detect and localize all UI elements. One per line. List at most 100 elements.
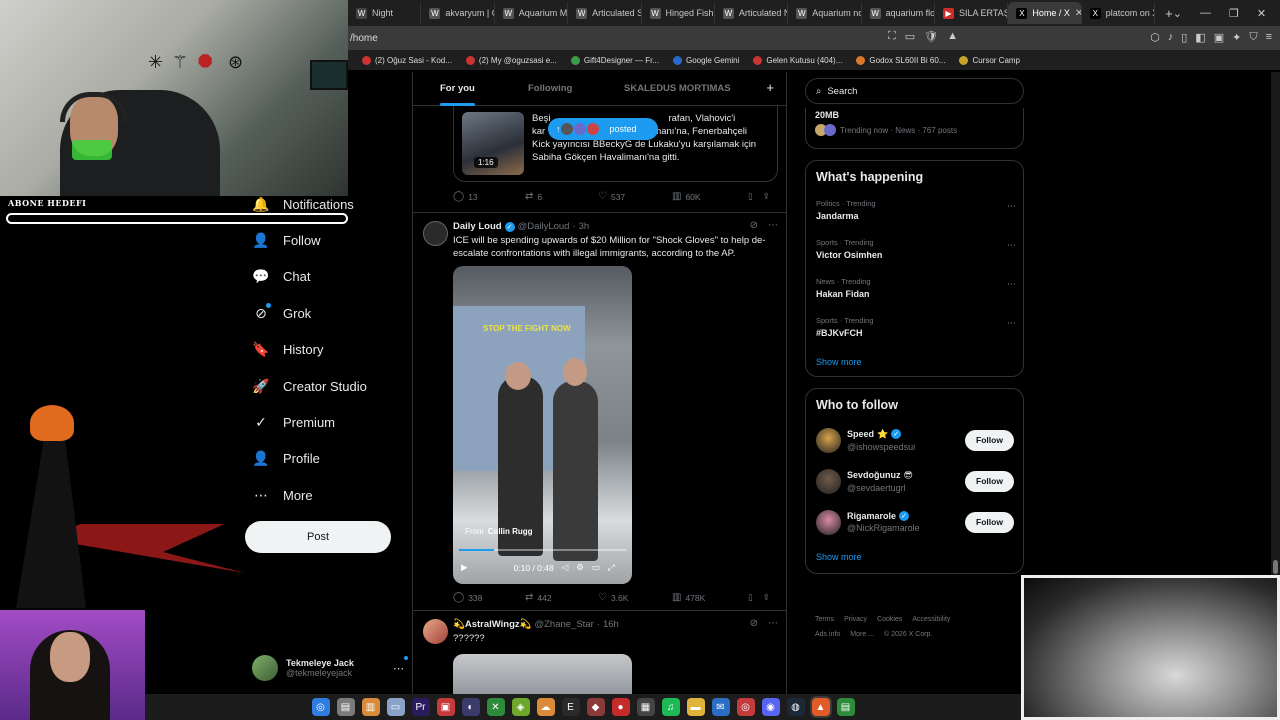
show-more-link[interactable]: Show more	[816, 357, 862, 367]
minimize-icon[interactable]: —	[1200, 7, 1211, 20]
avatar[interactable]	[816, 509, 841, 535]
sidebar-item-notifications[interactable]: 🔔 Notifications	[245, 186, 405, 222]
epic-icon[interactable]: E	[561, 698, 580, 716]
bookmark-item[interactable]: Google Gemini	[672, 55, 739, 65]
trend-item[interactable]: Politics · Trending Jandarma ⋯	[816, 199, 1016, 221]
footer-link[interactable]: More ...	[850, 631, 874, 638]
tab-search-icon[interactable]: ⌄	[1173, 7, 1182, 20]
cast-icon[interactable]: ▭	[905, 30, 915, 43]
tab-skaledus-mortimas[interactable]: SKALEDUS MORTIMAS	[624, 72, 731, 106]
xbox-icon[interactable]: ✕	[486, 698, 505, 716]
sidebar-item-follow[interactable]: 👤 Follow	[245, 222, 405, 258]
follow-suggestion[interactable]: Sevdoğunuz 😎 @sevdaertugrl Follow	[816, 467, 1014, 495]
sidebar-item-more[interactable]: ⋯ More	[245, 477, 405, 513]
shield-icon[interactable]: 🛡	[924, 30, 938, 43]
settings-icon[interactable]: ⚙	[576, 562, 584, 573]
grok-icon[interactable]: ⊘	[750, 618, 758, 629]
post-time[interactable]: 16h	[603, 619, 619, 630]
more-dots-icon[interactable]: ⋯	[393, 655, 408, 675]
video-player[interactable]: STOP THE FIGHT NOW From Collin Rugg ▶ 0:…	[453, 266, 632, 584]
close-window-icon[interactable]: ✕	[1257, 7, 1266, 20]
browser-tab[interactable]: ▶ SILA ERTAŞ &	[935, 2, 1009, 24]
follow-button[interactable]: Follow	[965, 511, 1014, 533]
reading-list-icon[interactable]: ▯	[1181, 31, 1187, 44]
video-progress-bar[interactable]	[459, 549, 626, 551]
browser-tab[interactable]: W Aquarium M	[495, 2, 569, 24]
footer-link[interactable]: © 2026 X Corp.	[884, 631, 932, 638]
repost-button[interactable]: ⇄ 442	[525, 592, 598, 603]
browser-tab[interactable]: W Hinged Fishb	[642, 2, 715, 24]
nvidia-icon[interactable]: ◈	[511, 698, 530, 716]
bookmark-item[interactable]: (2) My @oguzsasi e...	[465, 55, 557, 65]
grok-icon[interactable]: ⊘	[750, 220, 758, 231]
more-icon[interactable]: ⋯	[1007, 240, 1016, 251]
bookmark-item[interactable]: Gelen Kutusu (404)...	[753, 55, 842, 65]
quoted-video-thumbnail[interactable]: 1:16	[462, 112, 524, 175]
trend-item[interactable]: News · Trending Hakan Fidan ⋯	[816, 277, 1016, 299]
url-text[interactable]: /home	[350, 33, 378, 44]
browser-tab[interactable]: Xplatcom on X	[1082, 2, 1156, 24]
post-astralwingz[interactable]: 💫AstralWingz💫 @Zhane_Star · 16h ⊘ ⋯ ????…	[413, 610, 786, 694]
video-attribution[interactable]: From Collin Rugg	[465, 527, 533, 536]
sidebar-item-creator-studio[interactable]: 🚀 Creator Studio	[245, 368, 405, 404]
trend-item[interactable]: Sports · Trending #BJKvFCH ⋯	[816, 316, 1016, 338]
premiere-icon[interactable]: Pr	[411, 698, 430, 716]
follow-button[interactable]: Follow	[965, 470, 1014, 492]
sidebar-item-history[interactable]: 🔖 History	[245, 332, 405, 368]
more-icon[interactable]: ⋯	[1007, 201, 1016, 212]
chrome-alt-icon[interactable]: ◎	[736, 698, 755, 716]
play-icon[interactable]: ▶	[461, 562, 468, 573]
window-icon[interactable]: ▭	[386, 698, 405, 716]
footer-link[interactable]: Cookies	[877, 616, 902, 623]
close-tab-icon[interactable]: ✕	[1075, 8, 1081, 19]
follow-suggestion[interactable]: Rigamarole ✓ @NickRigamarole Follow	[816, 508, 1014, 536]
browser-tab[interactable]: W Articulated S	[568, 2, 642, 24]
app-icon[interactable]: ▤	[336, 698, 355, 716]
bookmark-icon[interactable]: ▯	[748, 191, 753, 202]
show-more-link[interactable]: Show more	[816, 552, 862, 562]
avatar[interactable]	[423, 221, 448, 246]
bookmark-item[interactable]: Godox SL60II Bi 60...	[856, 55, 945, 65]
clapper-icon[interactable]: ▦	[636, 698, 655, 716]
spotify-icon[interactable]: ♫	[661, 698, 680, 716]
more-icon[interactable]: ⋯	[1007, 318, 1016, 329]
views-button[interactable]: ▥ 478K	[672, 592, 742, 603]
extensions-icon[interactable]: ⬡	[1150, 31, 1160, 44]
brave-icon[interactable]: ▲	[809, 696, 832, 718]
obs-icon[interactable]: ◐	[461, 698, 480, 716]
restream-icon[interactable]: ▣	[436, 698, 455, 716]
browser-tab[interactable]: W Aquarium no	[788, 2, 862, 24]
chrome-icon[interactable]: ◎	[311, 698, 330, 716]
sidebar-item-chat[interactable]: 💬 Chat	[245, 259, 405, 295]
post-time[interactable]: 3h	[579, 221, 590, 232]
account-name[interactable]: Sevdoğunuz 😎	[847, 470, 913, 481]
mail-icon[interactable]: ✉	[711, 698, 730, 716]
browser-tab[interactable]: Wakvaryum | C	[421, 2, 495, 24]
game-icon[interactable]: ◆	[586, 698, 605, 716]
author-handle[interactable]: @Zhane_Star	[534, 619, 593, 630]
footer-link[interactable]: Ads info	[815, 631, 840, 638]
sidebar-item-grok[interactable]: ⊘ Grok	[245, 295, 405, 331]
vpn-icon[interactable]: ⛉	[1249, 31, 1257, 44]
trend-now[interactable]: 20MB Trending now · News · 767 posts	[815, 110, 957, 136]
tab-for-you[interactable]: For you	[440, 72, 475, 106]
add-tab-icon[interactable]: +	[766, 80, 774, 95]
tab-following[interactable]: Following	[528, 72, 572, 106]
volume-icon[interactable]: ◁	[562, 562, 569, 573]
reply-button[interactable]: ◯ 13	[453, 191, 525, 202]
post-daily-loud[interactable]: Daily Loud ✓ @DailyLoud · 3h ⊘ ⋯ ICE wil…	[413, 212, 786, 610]
more-icon[interactable]: ⋯	[768, 618, 778, 629]
footer-link[interactable]: Terms	[815, 616, 834, 623]
cloud-icon[interactable]: ☁	[536, 698, 555, 716]
reply-button[interactable]: ◯ 338	[453, 592, 525, 603]
author-name[interactable]: Daily Loud	[453, 221, 502, 232]
search-input[interactable]: ⌕ Search	[805, 78, 1024, 104]
views-button[interactable]: ▥ 60K	[672, 191, 742, 202]
rewards-icon[interactable]: ▲	[947, 30, 958, 43]
bookmark-icon[interactable]: ▯	[748, 592, 753, 603]
sidebar-item-premium[interactable]: ✓ Premium	[245, 404, 405, 440]
translate-icon[interactable]: ⛶	[888, 30, 896, 43]
like-button[interactable]: ♡ 537	[598, 191, 672, 202]
author-handle[interactable]: @DailyLoud	[518, 221, 570, 232]
new-posts-pill[interactable]: ↑ posted	[548, 118, 658, 140]
